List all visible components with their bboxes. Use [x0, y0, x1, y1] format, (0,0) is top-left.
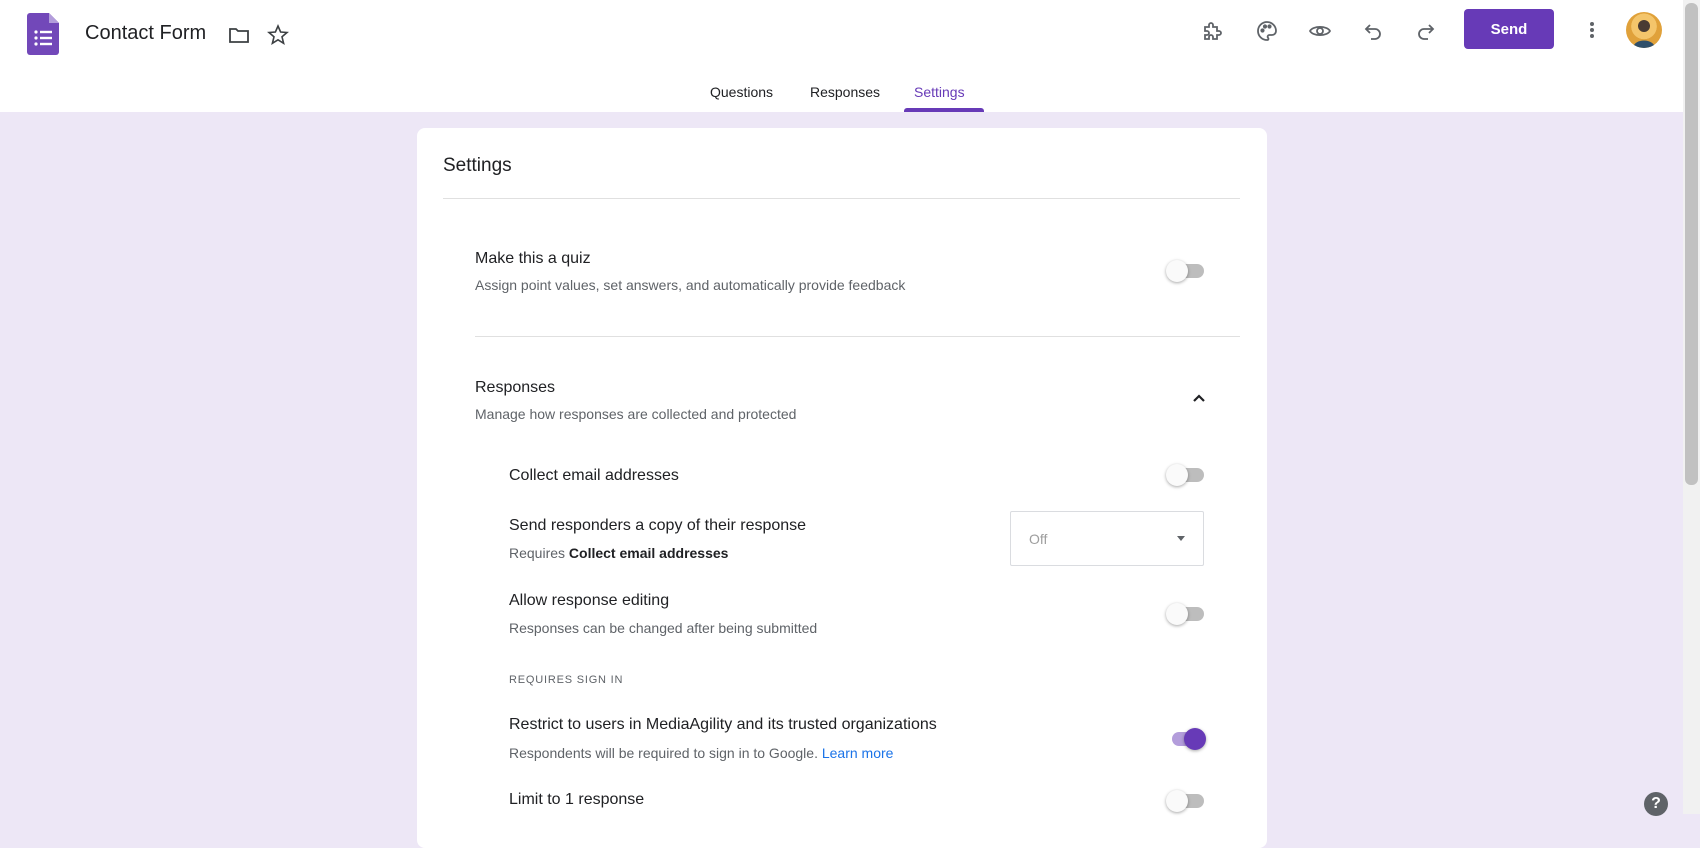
collect-emails-toggle[interactable]	[1166, 463, 1206, 487]
learn-more-link[interactable]: Learn more	[822, 745, 894, 761]
restrict-users-subtitle: Respondents will be required to sign in …	[509, 745, 893, 761]
help-icon[interactable]: ?	[1644, 792, 1668, 816]
send-button[interactable]: Send	[1464, 9, 1554, 49]
divider	[475, 336, 1240, 337]
send-copy-title: Send responders a copy of their response	[509, 517, 807, 534]
limit-one-title: Limit to 1 response	[509, 791, 645, 808]
palette-icon[interactable]	[1252, 16, 1282, 46]
puzzle-icon[interactable]	[1198, 16, 1228, 46]
undo-icon[interactable]	[1358, 16, 1388, 46]
send-copy-requires: Requires Collect email addresses	[509, 545, 728, 561]
chevron-up-icon[interactable]	[1187, 386, 1211, 410]
settings-card: Settings Make this a quiz Assign point v…	[417, 128, 1267, 848]
avatar[interactable]	[1626, 12, 1662, 48]
toggle-thumb	[1166, 464, 1188, 486]
divider	[443, 198, 1240, 199]
send-copy-select[interactable]: Off	[1010, 511, 1204, 566]
quiz-toggle[interactable]	[1166, 259, 1206, 283]
quiz-subtitle: Assign point values, set answers, and au…	[475, 277, 906, 293]
limit-one-toggle[interactable]	[1166, 789, 1206, 813]
toggle-thumb	[1184, 728, 1206, 750]
allow-editing-title: Allow response editing	[509, 592, 670, 609]
requires-sign-in-label: REQUIRES SIGN IN	[509, 674, 624, 686]
active-tab-indicator	[904, 108, 984, 112]
toggle-thumb	[1166, 603, 1188, 625]
folder-icon[interactable]	[224, 20, 254, 50]
requires-setting-name: Collect email addresses	[568, 545, 729, 561]
select-value: Off	[1029, 531, 1048, 547]
allow-editing-toggle[interactable]	[1166, 602, 1206, 626]
forms-logo-icon[interactable]	[27, 13, 59, 55]
more-vert-icon[interactable]	[1577, 15, 1607, 45]
document-title[interactable]: Contact Form	[85, 22, 206, 45]
page-scrollbar[interactable]	[1683, 0, 1700, 814]
scrollbar-thumb[interactable]	[1685, 3, 1698, 485]
responses-section-subtitle: Manage how responses are collected and p…	[475, 406, 797, 422]
toggle-thumb	[1166, 260, 1188, 282]
restrict-users-toggle[interactable]	[1166, 727, 1206, 751]
requires-prefix: Requires	[509, 545, 566, 561]
responses-section-title: Responses	[475, 379, 556, 396]
settings-title: Settings	[443, 155, 512, 176]
restrict-users-title: Restrict to users in MediaAgility and it…	[509, 716, 937, 733]
allow-editing-subtitle: Responses can be changed after being sub…	[509, 620, 818, 636]
tab-settings[interactable]: Settings	[914, 75, 965, 112]
star-icon[interactable]	[263, 20, 293, 50]
restrict-users-subtitle-text: Respondents will be required to sign in …	[509, 745, 818, 761]
tab-responses[interactable]: Responses	[810, 75, 880, 112]
quiz-title: Make this a quiz	[475, 250, 591, 267]
redo-icon[interactable]	[1411, 16, 1441, 46]
collect-emails-title: Collect email addresses	[509, 467, 679, 484]
tab-questions[interactable]: Questions	[710, 75, 773, 112]
app-header: Contact Form Send Questions Responses Se…	[0, 0, 1683, 112]
tab-bar: Questions Responses Settings	[0, 75, 1683, 112]
eye-icon[interactable]	[1305, 16, 1335, 46]
toggle-thumb	[1166, 790, 1188, 812]
dropdown-arrow-icon	[1173, 530, 1189, 546]
